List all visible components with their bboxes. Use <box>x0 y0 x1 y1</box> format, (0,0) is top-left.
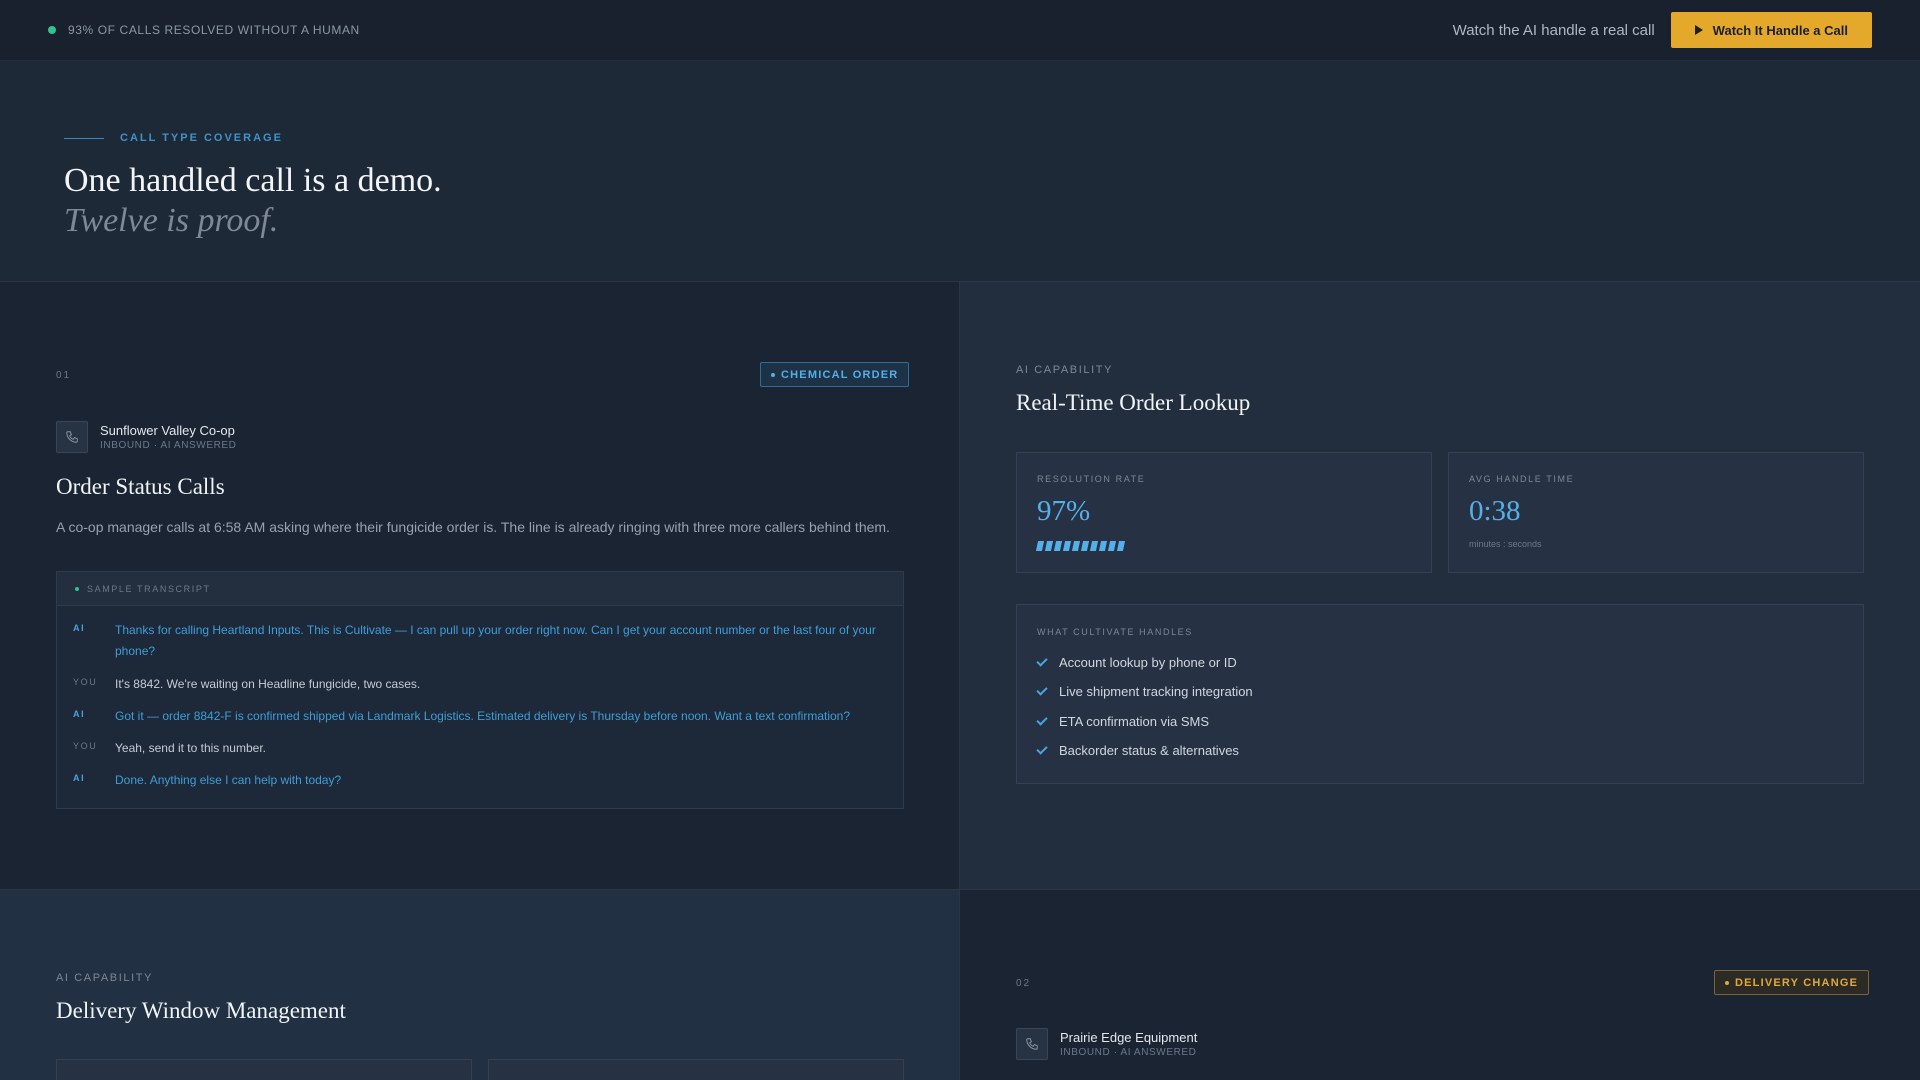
rate-bar-segment <box>1044 541 1054 551</box>
handles-item: ETA confirmation via SMS <box>1036 714 1210 729</box>
transcript-header: SAMPLE TRANSCRIPT <box>57 572 903 606</box>
capability-title: Delivery Window Management <box>56 998 346 1023</box>
handle-time-label: AVG HANDLE TIME <box>1469 474 1575 484</box>
rate-bar-segment <box>1071 541 1081 551</box>
handles-item-label: Backorder status & alternatives <box>1059 743 1239 758</box>
handle-time-value: 0:38 <box>1469 495 1521 527</box>
metric-card <box>56 1059 472 1080</box>
caller-text: Prairie Edge Equipment INBOUND · AI ANSW… <box>1060 1029 1197 1060</box>
capability-kicker: AI CAPABILITY <box>56 972 154 984</box>
caller-info: Prairie Edge Equipment INBOUND · AI ANSW… <box>1016 1028 1197 1060</box>
transcript-line: AI Thanks for calling Heartland Inputs. … <box>57 620 903 662</box>
hero-title: One handled call is a demo. <box>64 162 442 199</box>
hero-eyebrow: CALL TYPE COVERAGE <box>64 132 283 144</box>
caller-name: Sunflower Valley Co-op <box>100 422 235 438</box>
live-dot-icon <box>75 586 79 591</box>
handles-item-label: Account lookup by phone or ID <box>1059 655 1237 670</box>
handles-item: Live shipment tracking integration <box>1036 684 1253 699</box>
call-number: 01 <box>56 370 72 381</box>
rate-bar-segment <box>1053 541 1063 551</box>
rate-bar-segment <box>1062 541 1072 551</box>
hero-section: CALL TYPE COVERAGE One handled call is a… <box>0 61 1920 282</box>
tag-dot-icon <box>771 372 775 377</box>
handles-title: WHAT CULTIVATE HANDLES <box>1037 627 1193 637</box>
status-text: 93% OF CALLS RESOLVED WITHOUT A HUMAN <box>68 23 360 37</box>
check-icon <box>1036 655 1048 667</box>
speaker-label: YOU <box>73 741 98 751</box>
check-icon <box>1036 743 1048 755</box>
rate-bar-segment <box>1116 541 1126 551</box>
handle-time-unit: minutes : seconds <box>1469 539 1542 549</box>
resolution-rate-value: 97% <box>1037 495 1091 527</box>
tag-dot-icon <box>1725 980 1729 985</box>
watch-caption: Watch the AI handle a real call <box>1452 21 1655 39</box>
watch-call-button[interactable]: Watch It Handle a Call <box>1670 12 1872 48</box>
rate-bar-segment <box>1107 541 1117 551</box>
top-actions: Watch the AI handle a real call Watch It… <box>1453 12 1872 48</box>
resolution-status: 93% OF CALLS RESOLVED WITHOUT A HUMAN <box>48 23 360 37</box>
transcript-message: It's 8842. We're waiting on Headline fun… <box>115 677 421 691</box>
transcript-line: AI Got it — order 8842-F is confirmed sh… <box>57 706 903 727</box>
speaker-label: YOU <box>73 677 98 687</box>
caller-meta: INBOUND · AI ANSWERED <box>1060 1046 1197 1058</box>
rate-bar-segment <box>1080 541 1090 551</box>
capability-panel-delivery-window <box>0 890 960 1080</box>
metric-card <box>488 1059 904 1080</box>
caller-meta: INBOUND · AI ANSWERED <box>100 439 237 451</box>
rate-bar-segment <box>1098 541 1108 551</box>
speaker-label: AI <box>73 773 86 783</box>
check-icon <box>1036 714 1048 726</box>
transcript-line: AI Done. Anything else I can help with t… <box>57 770 903 791</box>
eyebrow-text: CALL TYPE COVERAGE <box>120 132 283 144</box>
status-dot-icon <box>48 26 56 34</box>
handles-item-label: ETA confirmation via SMS <box>1059 714 1210 729</box>
speaker-label: AI <box>73 709 86 719</box>
caller-info: Sunflower Valley Co-op INBOUND · AI ANSW… <box>56 421 237 453</box>
call-number: 02 <box>1016 978 1032 989</box>
transcript-message: Got it — order 8842-F is confirmed shipp… <box>115 709 851 723</box>
speaker-label: AI <box>73 623 86 633</box>
transcript-line: YOU Yeah, send it to this number. <box>57 738 903 759</box>
transcript-message: Yeah, send it to this number. <box>115 741 266 755</box>
call-type-label: DELIVERY CHANGE <box>1735 976 1859 989</box>
transcript-line: YOU It's 8842. We're waiting on Headline… <box>57 674 903 695</box>
play-icon <box>1694 25 1703 35</box>
phone-icon <box>1016 1028 1048 1060</box>
rate-bar-segment <box>1035 541 1045 551</box>
call-title: Order Status Calls <box>56 474 225 499</box>
resolution-rate-card: RESOLUTION RATE 97% <box>1016 452 1432 573</box>
handles-item: Account lookup by phone or ID <box>1036 655 1237 670</box>
avg-handle-time-card: AVG HANDLE TIME 0:38 minutes : seconds <box>1448 452 1864 573</box>
top-bar: 93% OF CALLS RESOLVED WITHOUT A HUMAN Wa… <box>0 0 1920 61</box>
eyebrow-divider <box>64 137 104 139</box>
check-icon <box>1036 684 1048 696</box>
phone-icon <box>56 421 88 453</box>
transcript-title: SAMPLE TRANSCRIPT <box>87 583 211 594</box>
caller-name: Prairie Edge Equipment <box>1060 1029 1198 1045</box>
rate-bar-segment <box>1089 541 1099 551</box>
handles-list-card: WHAT CULTIVATE HANDLES Account lookup by… <box>1016 604 1864 784</box>
call-type-tag: DELIVERY CHANGE <box>1714 970 1870 995</box>
caller-text: Sunflower Valley Co-op INBOUND · AI ANSW… <box>100 422 237 453</box>
watch-call-label: Watch It Handle a Call <box>1712 22 1848 38</box>
resolution-rate-label: RESOLUTION RATE <box>1037 474 1146 484</box>
call-type-tag: CHEMICAL ORDER <box>760 362 910 387</box>
call-description: A co-op manager calls at 6:58 AM asking … <box>56 519 890 535</box>
capability-title: Real-Time Order Lookup <box>1016 390 1251 415</box>
resolution-rate-bar <box>1035 541 1126 551</box>
transcript-message: Done. Anything else I can help with toda… <box>115 773 342 787</box>
handles-item-label: Live shipment tracking integration <box>1059 684 1253 699</box>
capability-kicker: AI CAPABILITY <box>1016 364 1114 376</box>
sample-transcript: SAMPLE TRANSCRIPT AI Thanks for calling … <box>56 571 904 809</box>
handles-item: Backorder status & alternatives <box>1036 743 1239 758</box>
transcript-message: Thanks for calling Heartland Inputs. Thi… <box>115 623 876 658</box>
hero-subtitle: Twelve is proof. <box>64 202 279 239</box>
call-type-label: CHEMICAL ORDER <box>781 368 899 381</box>
